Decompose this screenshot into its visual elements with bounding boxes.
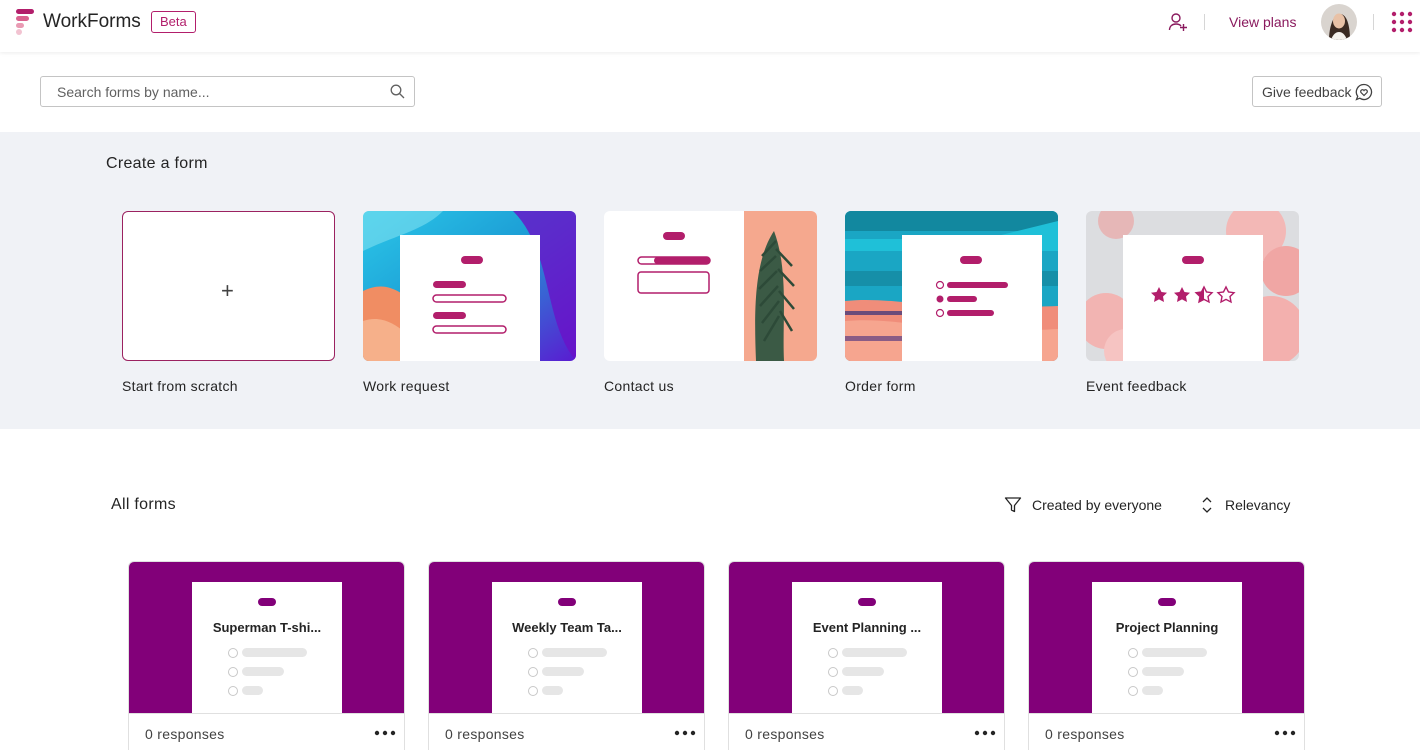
form-card[interactable]: Superman T-shi... 0 responses (128, 561, 405, 750)
template-label[interactable]: Order form (845, 378, 916, 394)
filter-created-by[interactable]: Created by everyone (1004, 496, 1174, 516)
form-card-footer: 0 responses (1029, 713, 1304, 750)
filter-icon (1004, 497, 1022, 513)
search-icon[interactable] (390, 84, 405, 99)
form-preview: Project Planning (1092, 582, 1242, 713)
template-event-feedback[interactable] (1086, 211, 1299, 361)
all-forms-title: All forms (111, 496, 176, 513)
search-box[interactable] (40, 76, 415, 107)
template-label[interactable]: Work request (363, 378, 450, 394)
form-card-footer: 0 responses (429, 713, 704, 750)
logo-icon[interactable] (14, 8, 38, 36)
response-count: 0 responses (445, 726, 525, 742)
more-options-icon[interactable] (974, 728, 996, 738)
template-order-form[interactable] (845, 211, 1058, 361)
filter-label: Created by everyone (1032, 497, 1162, 513)
event-feedback-thumbnail (1086, 211, 1299, 361)
contact-us-thumbnail (604, 211, 817, 361)
give-feedback-label: Give feedback (1262, 84, 1352, 100)
form-card-footer: 0 responses (129, 713, 404, 750)
form-preview: Superman T-shi... (192, 582, 342, 713)
form-name: Project Planning (1115, 620, 1219, 635)
plus-icon: + (221, 278, 234, 303)
order-form-thumbnail (845, 211, 1058, 361)
more-options-icon[interactable] (1274, 728, 1296, 738)
form-name: Weekly Team Ta... (512, 620, 622, 635)
response-count: 0 responses (145, 726, 225, 742)
avatar[interactable] (1321, 4, 1357, 40)
add-user-icon[interactable] (1168, 12, 1188, 32)
search-input[interactable] (41, 77, 381, 106)
app-launcher-icon[interactable] (1391, 11, 1413, 33)
form-preview: Weekly Team Ta... (492, 582, 642, 713)
template-label[interactable]: Contact us (604, 378, 674, 394)
template-label[interactable]: Start from scratch (122, 378, 238, 394)
form-name: Superman T-shi... (212, 620, 322, 635)
header-divider (1373, 14, 1374, 30)
work-request-thumbnail (363, 211, 576, 361)
template-label[interactable]: Event feedback (1086, 378, 1187, 394)
view-plans-link[interactable]: View plans (1229, 14, 1296, 30)
form-card[interactable]: Weekly Team Ta... 0 responses (428, 561, 705, 750)
sort-label: Relevancy (1225, 497, 1291, 513)
create-form-title: Create a form (106, 155, 208, 172)
response-count: 0 responses (745, 726, 825, 742)
form-card[interactable]: Project Planning 0 responses (1028, 561, 1305, 750)
give-feedback-button[interactable]: Give feedback (1252, 76, 1382, 107)
header-divider (1204, 14, 1205, 30)
sort-icon (1202, 497, 1212, 513)
form-card-footer: 0 responses (729, 713, 1004, 750)
more-options-icon[interactable] (374, 728, 396, 738)
form-preview: Event Planning ... (792, 582, 942, 713)
form-name: Event Planning ... (812, 620, 922, 635)
form-card[interactable]: Event Planning ... 0 responses (728, 561, 1005, 750)
sort-relevancy[interactable]: Relevancy (1199, 496, 1299, 516)
more-options-icon[interactable] (674, 728, 696, 738)
beta-badge: Beta (151, 11, 196, 33)
response-count: 0 responses (1045, 726, 1125, 742)
app-title[interactable]: WorkForms (43, 11, 141, 33)
template-start-from-scratch[interactable]: + (122, 211, 335, 361)
top-bar: WorkForms Beta View plans (0, 0, 1420, 52)
feedback-icon (1355, 83, 1373, 101)
template-contact-us[interactable] (604, 211, 817, 361)
template-work-request[interactable] (363, 211, 576, 361)
